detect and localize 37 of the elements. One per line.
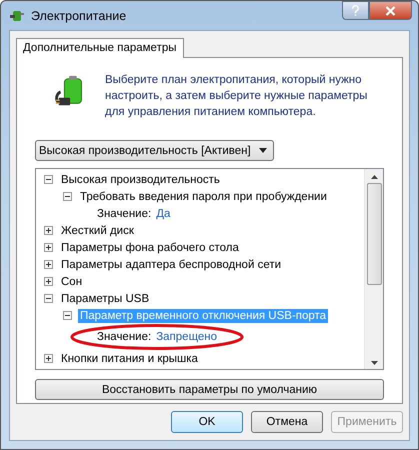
expander-icon[interactable] (44, 260, 53, 269)
tree-item[interactable]: Высокая производительность (59, 172, 222, 186)
expander-icon[interactable] (63, 311, 72, 320)
window-title: Электропитание (31, 8, 128, 22)
tree-item[interactable]: Сон (59, 274, 84, 288)
description-text: Выберите план электропитания, который нужно настроить, а затем выберите нужные параметры для управления питанием компьютера. (105, 73, 368, 120)
tree-item[interactable]: Параметры USB (59, 292, 152, 306)
close-button[interactable] (369, 1, 412, 20)
expander-icon[interactable] (44, 175, 53, 184)
tree-item[interactable]: Кнопки питания и крышка (59, 352, 200, 366)
plan-dropdown[interactable]: Высокая производительность [Активен] (35, 140, 274, 161)
tree-item[interactable]: Требовать введения пароля при пробуждении (78, 190, 329, 204)
scroll-down-icon[interactable] (370, 361, 378, 365)
scroll-up-icon[interactable] (370, 175, 378, 179)
expander-icon[interactable] (44, 226, 53, 235)
scroll-thumb[interactable] (366, 183, 382, 285)
tree-item[interactable]: Параметры фона рабочего стола (59, 240, 241, 254)
expander-icon[interactable] (44, 354, 53, 363)
restore-defaults-button[interactable]: Восстановить параметры по умолчанию (35, 379, 384, 400)
close-icon (385, 6, 396, 16)
dialog-button[interactable]: OK (171, 411, 243, 433)
dialog-button[interactable]: Отмена (251, 411, 323, 433)
setting-value-link[interactable]: Запрещено (156, 331, 218, 343)
expander-icon[interactable] (63, 192, 72, 201)
expander-icon[interactable] (44, 243, 53, 252)
tree-item[interactable]: Жесткий диск (59, 224, 136, 238)
tree-item[interactable]: Параметры адаптера беспроводной сети (59, 258, 284, 272)
dropdown-arrow-icon (259, 148, 267, 153)
setting-value-link[interactable]: Да (156, 208, 170, 220)
expander-icon[interactable] (44, 294, 53, 303)
expander-icon[interactable] (44, 277, 53, 286)
setting-label: Значение: (97, 331, 152, 343)
question-icon (351, 5, 360, 16)
tab[interactable]: Дополнительные параметры (16, 38, 184, 58)
scrollbar[interactable] (364, 169, 383, 369)
help-button[interactable] (342, 1, 369, 20)
setting-label: Значение: (97, 208, 152, 220)
